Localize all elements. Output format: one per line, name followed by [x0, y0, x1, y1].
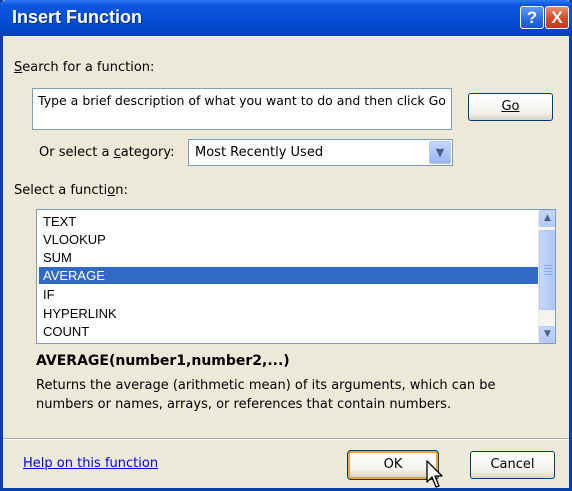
list-item[interactable]: SUM: [39, 249, 543, 266]
footer-separator: [3, 438, 569, 440]
grip-line: [544, 265, 552, 266]
function-listbox[interactable]: TEXT VLOOKUP SUM AVERAGE IF HYPERLINK CO…: [36, 209, 556, 344]
close-icon: X: [551, 8, 563, 27]
chevron-down-icon[interactable]: ▼: [429, 141, 451, 164]
function-list-label: Select a function:: [14, 183, 128, 198]
close-button[interactable]: X: [545, 6, 569, 29]
function-description: Returns the average (arithmetic mean) of…: [36, 378, 496, 412]
category-select[interactable]: Most Recently Used ▼: [188, 139, 453, 166]
search-label: Search for a function:: [14, 60, 154, 75]
question-icon: ?: [526, 8, 538, 27]
grip-line: [544, 274, 552, 275]
help-button[interactable]: ?: [520, 6, 544, 29]
category-selected-value: Most Recently Used: [195, 145, 324, 160]
go-button[interactable]: Go: [468, 93, 553, 121]
function-signature: AVERAGE(number1,number2,...): [36, 353, 290, 369]
cancel-button[interactable]: Cancel: [470, 451, 555, 479]
help-on-function-link[interactable]: Help on this function: [23, 456, 158, 471]
insert-function-dialog: Insert Function ? X Search for a functio…: [0, 0, 572, 491]
scroll-thumb[interactable]: [539, 230, 555, 310]
title-bar[interactable]: Insert Function ? X: [0, 0, 572, 36]
grip-line: [544, 268, 552, 269]
grip-line: [544, 271, 552, 272]
list-item[interactable]: TEXT: [39, 213, 543, 230]
dialog-title: Insert Function: [12, 7, 142, 27]
list-item[interactable]: COUNT: [39, 323, 543, 340]
scroll-up-icon[interactable]: ▲: [539, 210, 555, 227]
search-input[interactable]: Type a brief description of what you wan…: [32, 88, 452, 130]
search-label-rest: earch for a function:: [22, 60, 155, 75]
list-item[interactable]: IF: [39, 286, 543, 303]
category-label-accel: c: [113, 145, 121, 160]
category-label-post: ategory:: [120, 145, 175, 160]
cancel-button-label: Cancel: [490, 457, 535, 472]
function-list-label-pre: Select a functi: [14, 183, 108, 198]
go-button-label: Go: [501, 99, 520, 114]
category-label: Or select a category:: [39, 145, 174, 160]
category-label-pre: Or select a: [39, 145, 114, 160]
scroll-down-icon[interactable]: ▼: [539, 326, 555, 343]
ok-button-label: OK: [383, 457, 403, 472]
mouse-pointer-icon: [426, 460, 443, 488]
function-list-label-post: n:: [115, 183, 128, 198]
list-item[interactable]: HYPERLINK: [39, 305, 543, 322]
list-item-selected[interactable]: AVERAGE: [39, 267, 543, 284]
list-scrollbar[interactable]: ▲ ▼: [538, 210, 555, 343]
list-item[interactable]: VLOOKUP: [39, 231, 543, 248]
